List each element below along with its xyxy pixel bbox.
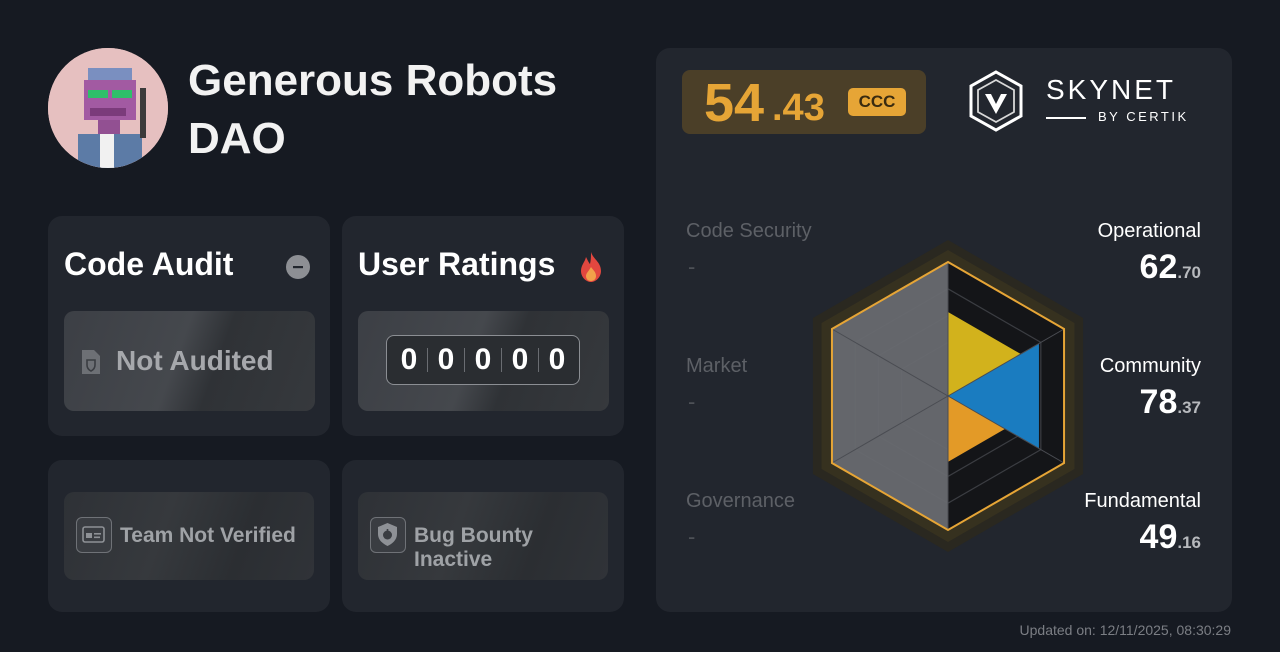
digit-separator	[427, 348, 428, 372]
digit-separator	[501, 348, 502, 372]
score-grade-badge: CCC	[848, 88, 906, 116]
code-audit-card[interactable]: Code Audit Not Audited	[48, 216, 330, 436]
fundamental-decimal: .16	[1177, 533, 1201, 552]
metric-value-market: -	[688, 389, 696, 414]
radar-chart	[812, 240, 1084, 552]
digit-separator	[538, 348, 539, 372]
community-decimal: .37	[1177, 398, 1201, 417]
rating-digit: 0	[400, 343, 418, 376]
brand-name: SKYNET	[1046, 74, 1177, 105]
audit-status-box: Not Audited	[64, 311, 315, 411]
user-ratings-card[interactable]: User Ratings 0 0 0 0 0	[342, 216, 624, 436]
score-badge: 54 .43 CCC	[682, 70, 926, 134]
metric-label-market: Market	[686, 355, 748, 377]
minus-circle-icon	[286, 255, 310, 279]
operational-decimal: .70	[1177, 263, 1201, 282]
metric-value-governance: -	[688, 524, 696, 549]
skynet-shield-logo-icon	[969, 70, 1023, 132]
fire-icon	[581, 252, 601, 282]
bug-bounty-status-label: Bug Bounty Inactive	[414, 524, 533, 571]
metric-value-fundamental: 49.16	[1140, 518, 1201, 557]
id-card-icon	[76, 517, 112, 553]
project-title: Generous Robots DAO	[188, 56, 558, 163]
code-audit-heading: Code Audit	[64, 246, 234, 282]
metric-label-community: Community	[1099, 355, 1201, 377]
metric-label-operational: Operational	[1097, 220, 1201, 242]
metric-label-fundamental: Fundamental	[1084, 490, 1201, 512]
team-verification-card[interactable]: Team Not Verified	[48, 460, 330, 612]
rating-digit: 0	[548, 343, 566, 376]
brand-divider	[1046, 117, 1086, 119]
ratings-counter: 0 0 0 0 0	[386, 335, 580, 385]
audit-status-text: Not Audited	[116, 345, 274, 376]
team-status-box: Team Not Verified	[64, 492, 314, 580]
metric-label-code-security: Code Security	[686, 220, 812, 242]
score-decimal: .43	[772, 87, 825, 129]
ratings-box: 0 0 0 0 0	[358, 311, 609, 411]
metric-value-operational: 62.70	[1140, 248, 1201, 287]
bug-bounty-status-box: Bug Bounty Inactive	[358, 492, 608, 580]
fundamental-integer: 49	[1139, 518, 1178, 556]
document-shield-icon	[82, 350, 100, 374]
operational-integer: 62	[1139, 248, 1178, 286]
project-avatar	[48, 48, 168, 168]
user-ratings-heading: User Ratings	[358, 246, 556, 282]
metric-label-governance: Governance	[686, 490, 795, 512]
pixel-robot-avatar-icon	[48, 48, 168, 168]
brand-subtitle: BY CERTIK	[1098, 109, 1189, 124]
rating-digit: 0	[511, 343, 529, 376]
shield-bug-icon	[370, 517, 406, 553]
digit-separator	[464, 348, 465, 372]
bug-bounty-card[interactable]: Bug Bounty Inactive	[342, 460, 624, 612]
metric-value-code-security: -	[688, 254, 696, 279]
rating-digit: 0	[437, 343, 455, 376]
updated-timestamp: Updated on: 12/11/2025, 08:30:29	[1019, 622, 1231, 638]
community-integer: 78	[1139, 383, 1178, 421]
team-status-label: Team Not Verified	[120, 524, 296, 547]
rating-digit: 0	[474, 343, 492, 376]
security-score-panel: 54 .43 CCC SKYNET BY CERTIK Code Securit…	[656, 48, 1232, 612]
score-integer: 54	[704, 73, 765, 133]
metric-value-community: 78.37	[1140, 383, 1201, 422]
